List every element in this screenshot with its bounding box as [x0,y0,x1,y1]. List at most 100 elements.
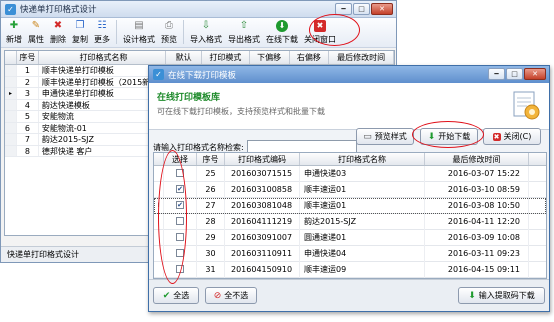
app-icon: ✓ [5,3,16,15]
toolbar-import-button[interactable]: ⇩ 导入格式 [190,20,222,45]
import-icon: ⇩ [201,20,211,31]
export-icon: ⇧ [239,20,249,31]
preview-icon: ▭ [363,131,372,142]
dialog-title-bar[interactable]: ✓ 在线下载打印模板 ━ □ ✕ [149,66,549,83]
col-right-offset[interactable]: 右偏移 [290,51,330,64]
copy-icon: ❐ [75,20,85,31]
row-no: 29 [197,229,225,246]
forbid-icon: ⊘ [213,290,222,301]
template-row[interactable]: 30 201603110911 申通快递04 2016-03-11 09:23 [154,245,546,262]
row-code: 201604111219 [225,213,300,230]
template-table: 选择 序号 打印格式编码 打印格式名称 最后修改时间 25 20160307151… [153,152,547,279]
download-illustration-icon [513,91,540,120]
highlight-ring-online-download [309,14,360,46]
row-code: 201603110911 [225,245,300,262]
row-name: 圆通速递01 [300,229,425,246]
toolbar-online-download-button[interactable]: ⬇ 在线下载 [266,20,298,45]
edit-icon: ✎ [31,20,41,31]
row-code: 201604150910 [225,261,300,278]
toolbar-preview-button[interactable]: ⎙ 预览 [161,20,177,45]
row-time: 2016-03-09 10:08 [425,229,529,246]
col-mode[interactable]: 打印模式 [202,51,250,64]
col-down-offset[interactable]: 下偏移 [250,51,290,64]
preview-icon: ⎙ [165,20,173,31]
row-time: 2016-03-10 08:59 [425,181,529,198]
design-icon: ▤ [134,20,144,31]
toolbar-separator [116,19,117,44]
dialog-title: 在线下载打印模板 [168,70,237,81]
row-time: 2016-04-11 12:20 [425,213,529,230]
row-name: 韵达2015-SJZ [300,213,425,230]
col-default[interactable]: 默认 [166,51,202,64]
dialog-header: 在线打印模板库 可在线下载打印模板，支持预览样式和批量下载 [149,83,549,130]
col-no[interactable]: 序号 [17,51,39,64]
col-no[interactable]: 序号 [197,153,225,165]
template-row[interactable]: 28 201604111219 韵达2015-SJZ 2016-04-11 12:20 [154,213,546,230]
template-row[interactable]: I ✔ 27 201603081048 顺丰速运01 2016-03-08 10:50 [154,197,546,214]
delete-icon: ✖ [53,20,63,31]
dialog-footer: ✔ 全选 ⊘ 全不选 ⬇ 输入提取码下载 [149,279,549,311]
close-icon: ✖ [492,132,501,141]
main-window-title: 快递单打印格式设计 [20,5,97,15]
toolbar-delete-button[interactable]: ✖ 删除 [50,20,66,45]
search-label: 请输入打印格式名称检索: [153,142,244,152]
row-time: 2016-04-15 09:11 [425,261,529,278]
row-code: 201603091007 [225,229,300,246]
row-name: 顺丰速运09 [300,261,425,278]
row-no: 28 [197,213,225,230]
row-code: 201603100858 [225,181,300,198]
row-name: 顺丰速运01 [300,181,425,198]
row-no: 30 [197,245,225,262]
row-code: 201603071515 [225,165,300,182]
row-name: 申通快递04 [300,245,425,262]
template-row[interactable]: 25 201603071515 申通快递03 2016-03-07 15:22 [154,165,546,182]
download-icon: ⬇ [468,290,476,301]
select-none-button[interactable]: ⊘ 全不选 [205,287,257,304]
close-button[interactable]: ✕ [371,3,393,15]
highlight-ring-select-column [158,150,187,284]
highlight-ring-start-download [412,121,484,148]
dialog-minimize-button[interactable]: ━ [488,68,505,80]
col-modified[interactable]: 最后修改时间 [425,153,529,165]
toolbar-design-button[interactable]: ▤ 设计格式 [123,20,155,45]
plus-icon: ✚ [9,20,19,31]
extract-code-download-button[interactable]: ⬇ 输入提取码下载 [458,287,545,304]
dialog-close-text-button[interactable]: ✖ 关闭(C) [483,128,541,145]
dialog-close-button[interactable]: ✕ [524,68,546,80]
row-no: 25 [197,165,225,182]
select-all-button[interactable]: ✔ 全选 [153,287,199,304]
dialog-subheading: 可在线下载打印模板，支持预览样式和批量下载 [157,107,325,116]
template-row[interactable]: 31 201604150910 顺丰速运09 2016-04-15 09:11 [154,261,546,278]
row-no: 31 [197,261,225,278]
row-code: 201603081048 [225,197,300,214]
col-name[interactable]: 打印格式名称 [39,51,167,64]
col-modified[interactable]: 最后修改时间 [329,51,394,64]
preview-style-button[interactable]: ▭ 预览样式 [356,128,414,145]
format-table-header: 序号 打印格式名称 默认 打印模式 下偏移 右偏移 最后修改时间 [5,51,394,65]
row-name: 申通快递03 [300,165,425,182]
template-row[interactable]: 29 201603091007 圆通速递01 2016-03-09 10:08 [154,229,546,246]
dialog-heading: 在线打印模板库 [157,93,221,103]
toolbar-more-button[interactable]: ☷ 更多 [94,20,110,45]
maximize-button[interactable]: □ [353,3,370,15]
toolbar-separator [183,19,184,44]
toolbar-add-button[interactable]: ✚ 新增 [6,20,22,45]
toolbar-copy-button[interactable]: ❐ 复制 [72,20,88,45]
dialog-maximize-button[interactable]: □ [506,68,523,80]
more-icon: ☷ [97,20,107,31]
template-table-header: 选择 序号 打印格式编码 打印格式名称 最后修改时间 [154,153,546,166]
row-time: 2016-03-11 09:23 [425,245,529,262]
template-table-body: 25 201603071515 申通快递03 2016-03-07 15:22 ✔ 26 2… [154,165,546,278]
col-name[interactable]: 打印格式名称 [300,153,425,165]
toolbar-export-button[interactable]: ⇧ 导出格式 [228,20,260,45]
template-row[interactable]: ✔ 26 201603100858 顺丰速运01 2016-03-10 08:59 [154,181,546,198]
check-icon: ✔ [162,290,171,301]
toolbar-properties-button[interactable]: ✎ 属性 [28,20,44,45]
online-download-icon: ⬇ [276,20,288,32]
row-time: 2016-03-08 10:50 [425,197,529,214]
col-code[interactable]: 打印格式编码 [225,153,300,165]
row-name: 顺丰速运01 [300,197,425,214]
row-no: 26 [197,181,225,198]
row-time: 2016-03-07 15:22 [425,165,529,182]
download-dialog: ✓ 在线下载打印模板 ━ □ ✕ 在线打印模板库 可在线下载打印模板，支持预览样… [148,65,550,312]
